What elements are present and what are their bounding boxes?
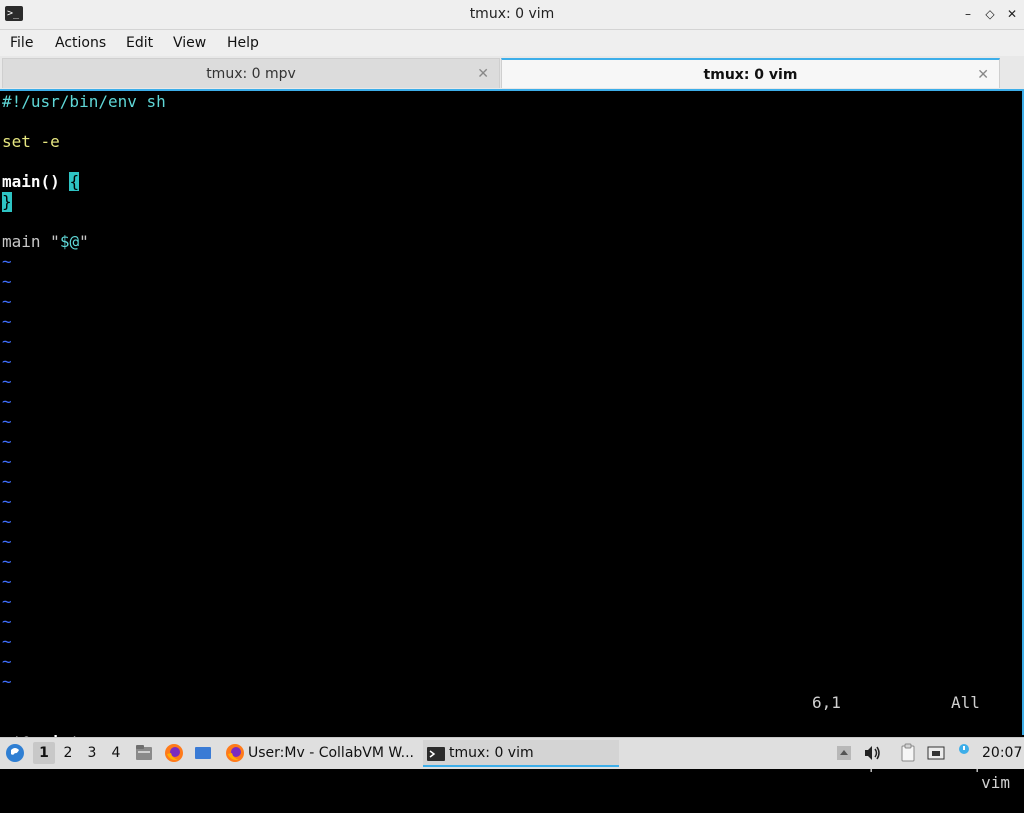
tilde-empty-line: ~ — [2, 592, 12, 611]
menu-file[interactable]: File — [10, 30, 33, 56]
menu-edit[interactable]: Edit — [126, 30, 153, 56]
clock[interactable]: 20:07 — [982, 738, 1022, 769]
network-icon[interactable] — [926, 743, 946, 763]
clipboard-icon[interactable] — [898, 743, 918, 763]
tilde-empty-line: ~ — [2, 432, 12, 451]
taskbar: 1 2 3 4 User:Mv - CollabVM W... tmux: 0 … — [0, 737, 1024, 769]
tab-label: tmux: 0 mpv — [206, 66, 296, 82]
tray-arrow-icon[interactable] — [834, 743, 854, 763]
desktop-1[interactable]: 1 — [33, 742, 55, 764]
tilde-empty-line: ~ — [2, 352, 12, 371]
tab-label: tmux: 0 vim — [703, 67, 798, 83]
tilde-empty-line: ~ — [2, 272, 12, 291]
tilde-empty-line: ~ — [2, 452, 12, 471]
task-firefox[interactable]: User:Mv - CollabVM W... — [222, 740, 418, 767]
tmux-status-bar: *0 vim* 0.24 0.38 0.35 | 20:07:01 | vim — [0, 713, 1022, 792]
terminal-icon — [427, 747, 445, 761]
tab-mpv[interactable]: tmux: 0 mpv ✕ — [2, 58, 500, 88]
quote-open: " — [50, 232, 60, 251]
code-line-5: main() { — [2, 172, 80, 192]
menu-help[interactable]: Help — [227, 30, 259, 56]
tilde-empty-line: ~ — [2, 252, 12, 271]
tilde-empty-line: ~ — [2, 332, 12, 351]
desktop-4[interactable]: 4 — [105, 742, 127, 764]
tilde-empty-line: ~ — [2, 652, 12, 671]
tilde-empty-line: ~ — [2, 572, 12, 591]
volume-icon[interactable] — [862, 743, 882, 763]
menu-bar: File Actions Edit View Help — [0, 30, 1024, 56]
ruler-position: 6,1 — [812, 693, 841, 712]
minimize-icon[interactable]: – — [959, 5, 977, 23]
function-name: main() — [2, 172, 70, 191]
task-label: User:Mv - CollabVM W... — [248, 745, 414, 761]
code-line-1: #!/usr/bin/env sh — [2, 92, 166, 111]
args-variable: $@ — [59, 232, 80, 251]
file-manager-icon[interactable] — [134, 743, 154, 763]
tmux-status-host: vim — [981, 773, 1010, 792]
firefox-icon — [226, 744, 244, 762]
tilde-empty-line: ~ — [2, 512, 12, 531]
terminal-view[interactable]: #!/usr/bin/env sh set -e main() { } main… — [0, 91, 1022, 792]
tilde-empty-line: ~ — [2, 492, 12, 511]
desktop-icon[interactable] — [193, 743, 213, 763]
task-terminal[interactable]: tmux: 0 vim — [423, 740, 619, 767]
call-main: main — [2, 232, 51, 251]
matched-brace-open: { — [69, 172, 80, 191]
desktop-3[interactable]: 3 — [81, 742, 103, 764]
tab-bar: tmux: 0 mpv ✕ tmux: 0 vim ✕ — [0, 56, 1024, 90]
tab-close-icon[interactable]: ✕ — [977, 60, 989, 90]
task-label: tmux: 0 vim — [449, 745, 534, 761]
tilde-empty-line: ~ — [2, 392, 12, 411]
firefox-icon[interactable] — [164, 743, 184, 763]
tilde-empty-line: ~ — [2, 612, 12, 631]
tilde-empty-line: ~ — [2, 472, 12, 491]
tilde-empty-line: ~ — [2, 672, 12, 691]
ruler-scroll: All — [951, 693, 980, 712]
tilde-empty-line: ~ — [2, 632, 12, 651]
menu-view[interactable]: View — [173, 30, 206, 56]
tilde-empty-line: ~ — [2, 532, 12, 551]
tab-vim[interactable]: tmux: 0 vim ✕ — [501, 58, 1000, 88]
tab-close-icon[interactable]: ✕ — [477, 59, 489, 89]
cursor-brace-close: } — [2, 192, 12, 212]
notification-icon[interactable] — [952, 742, 972, 762]
start-menu-icon[interactable] — [5, 743, 25, 763]
tilde-empty-line: ~ — [2, 312, 12, 331]
code-line-8: main "$@" — [2, 232, 89, 252]
code-line-3: set -e — [2, 132, 60, 151]
tilde-empty-line: ~ — [2, 372, 12, 391]
close-icon[interactable]: ✕ — [1003, 5, 1021, 23]
window-title: tmux: 0 vim — [469, 6, 555, 22]
tilde-empty-line: ~ — [2, 552, 12, 571]
tilde-empty-line: ~ — [2, 412, 12, 431]
maximize-icon[interactable]: ◇ — [981, 5, 999, 23]
tilde-empty-line: ~ — [2, 292, 12, 311]
desktop-2[interactable]: 2 — [57, 742, 79, 764]
code-line-6: } — [2, 192, 12, 212]
quote-close: " — [79, 232, 89, 251]
window-titlebar: >_ tmux: 0 vim – ◇ ✕ — [0, 0, 1024, 30]
menu-actions[interactable]: Actions — [55, 30, 106, 56]
